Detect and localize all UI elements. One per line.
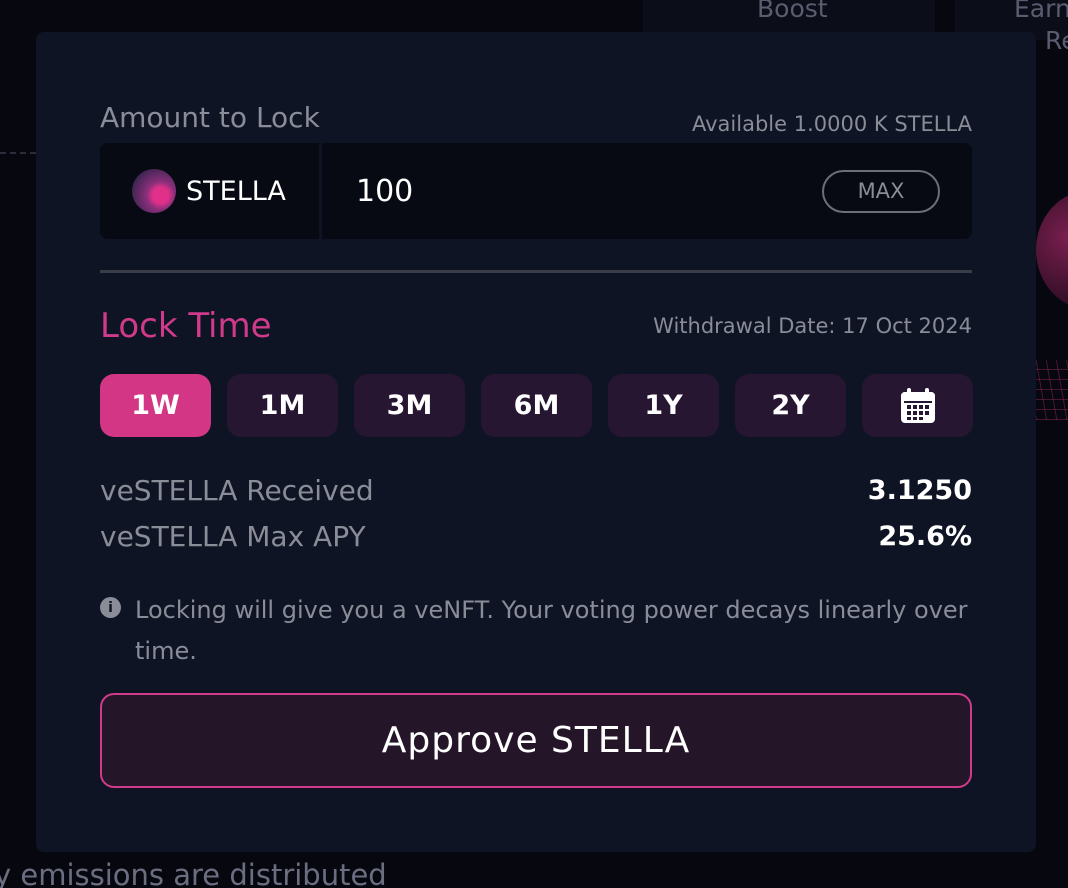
period-1w-button[interactable]: 1W bbox=[100, 374, 211, 437]
stella-token-icon bbox=[132, 169, 176, 213]
amount-input[interactable]: 100 bbox=[356, 174, 822, 209]
token-selector: STELLA bbox=[100, 143, 322, 239]
background-grid bbox=[1036, 360, 1068, 420]
info-note: i Locking will give you a veNFT. Your vo… bbox=[100, 590, 980, 672]
period-2y-button[interactable]: 2Y bbox=[735, 374, 846, 437]
ve-max-apy-label: veSTELLA Max APY bbox=[100, 520, 366, 553]
amount-input-box: STELLA 100 MAX bbox=[100, 143, 972, 239]
info-icon: i bbox=[100, 597, 121, 618]
page: Boost Earn Re y emissions are distribute… bbox=[0, 0, 1068, 888]
period-1m-button[interactable]: 1M bbox=[227, 374, 338, 437]
custom-date-button[interactable] bbox=[862, 374, 973, 437]
background-earn-header: Earn bbox=[1014, 0, 1068, 23]
ve-max-apy-value: 25.6% bbox=[878, 521, 972, 552]
ve-received-row: veSTELLA Received 3.1250 bbox=[100, 474, 972, 507]
period-6m-button[interactable]: 6M bbox=[481, 374, 592, 437]
withdrawal-date: Withdrawal Date: 17 Oct 2024 bbox=[653, 314, 972, 338]
lock-time-title: Lock Time bbox=[100, 306, 272, 346]
background-orb bbox=[1036, 190, 1068, 310]
approve-button[interactable]: Approve STELLA bbox=[100, 693, 972, 788]
period-1y-button[interactable]: 1Y bbox=[608, 374, 719, 437]
ve-max-apy-row: veSTELLA Max APY 25.6% bbox=[100, 520, 972, 553]
max-button[interactable]: MAX bbox=[822, 169, 940, 213]
calendar-icon bbox=[900, 387, 935, 423]
amount-to-lock-label: Amount to Lock bbox=[100, 101, 320, 134]
lock-modal: Amount to Lock Available 1.0000 K STELLA… bbox=[36, 32, 1036, 852]
ve-received-value: 3.1250 bbox=[867, 475, 972, 506]
background-re-header: Re bbox=[1045, 26, 1068, 55]
section-divider bbox=[100, 270, 972, 273]
background-emissions-text: y emissions are distributed bbox=[0, 858, 387, 888]
ve-received-label: veSTELLA Received bbox=[100, 474, 374, 507]
available-balance: Available 1.0000 K STELLA bbox=[691, 112, 972, 136]
period-3m-button[interactable]: 3M bbox=[354, 374, 465, 437]
info-note-text: Locking will give you a veNFT. Your voti… bbox=[135, 596, 968, 665]
token-name: STELLA bbox=[186, 175, 286, 207]
background-boost-header: Boost bbox=[757, 0, 828, 23]
background-divider bbox=[0, 152, 36, 154]
lock-period-selector: 1W 1M 3M 6M 1Y 2Y bbox=[100, 374, 973, 437]
